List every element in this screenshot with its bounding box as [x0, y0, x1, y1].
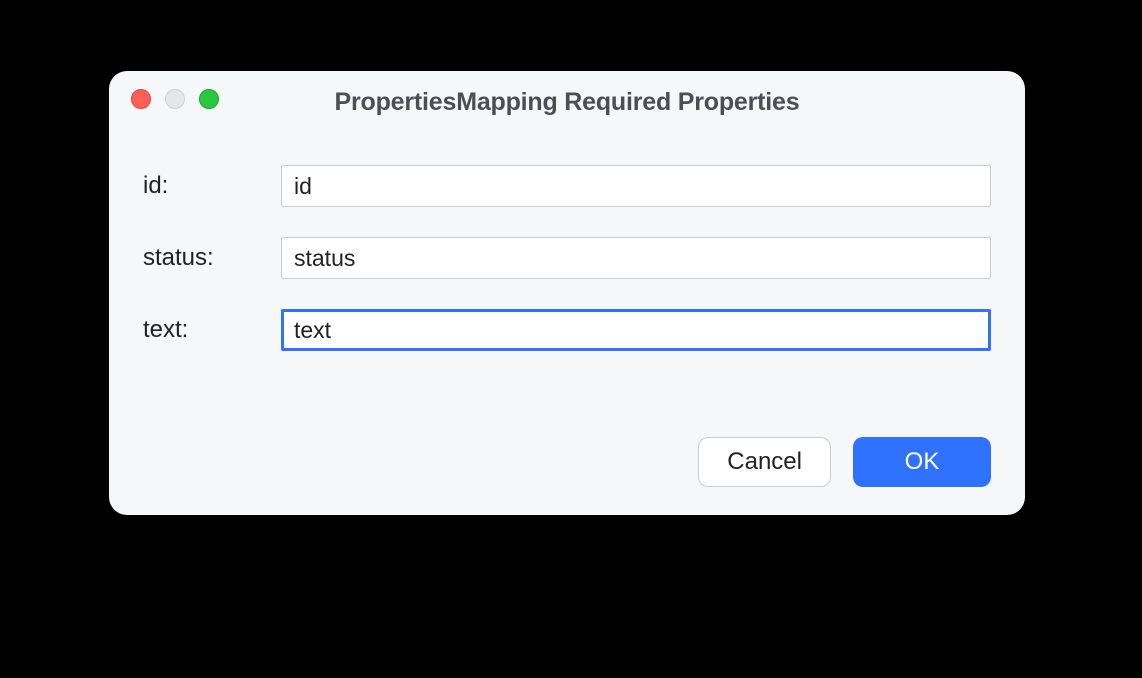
- titlebar: PropertiesMapping Required Properties: [109, 71, 1025, 123]
- dialog-buttons: Cancel OK: [698, 437, 991, 487]
- field-row-text: text:: [143, 309, 991, 351]
- text-input[interactable]: [281, 309, 991, 351]
- minimize-icon[interactable]: [165, 89, 185, 109]
- maximize-icon[interactable]: [199, 89, 219, 109]
- traffic-lights: [131, 89, 219, 109]
- id-label: id:: [143, 172, 281, 200]
- status-label: status:: [143, 244, 281, 272]
- dialog-title: PropertiesMapping Required Properties: [109, 78, 1025, 117]
- dialog-window: PropertiesMapping Required Properties id…: [109, 71, 1025, 515]
- cancel-button[interactable]: Cancel: [698, 437, 831, 487]
- ok-button[interactable]: OK: [853, 437, 991, 487]
- form: id: status: text:: [109, 123, 1025, 351]
- field-row-status: status:: [143, 237, 991, 279]
- id-input[interactable]: [281, 165, 991, 207]
- text-label: text:: [143, 316, 281, 344]
- status-input[interactable]: [281, 237, 991, 279]
- field-row-id: id:: [143, 165, 991, 207]
- close-icon[interactable]: [131, 89, 151, 109]
